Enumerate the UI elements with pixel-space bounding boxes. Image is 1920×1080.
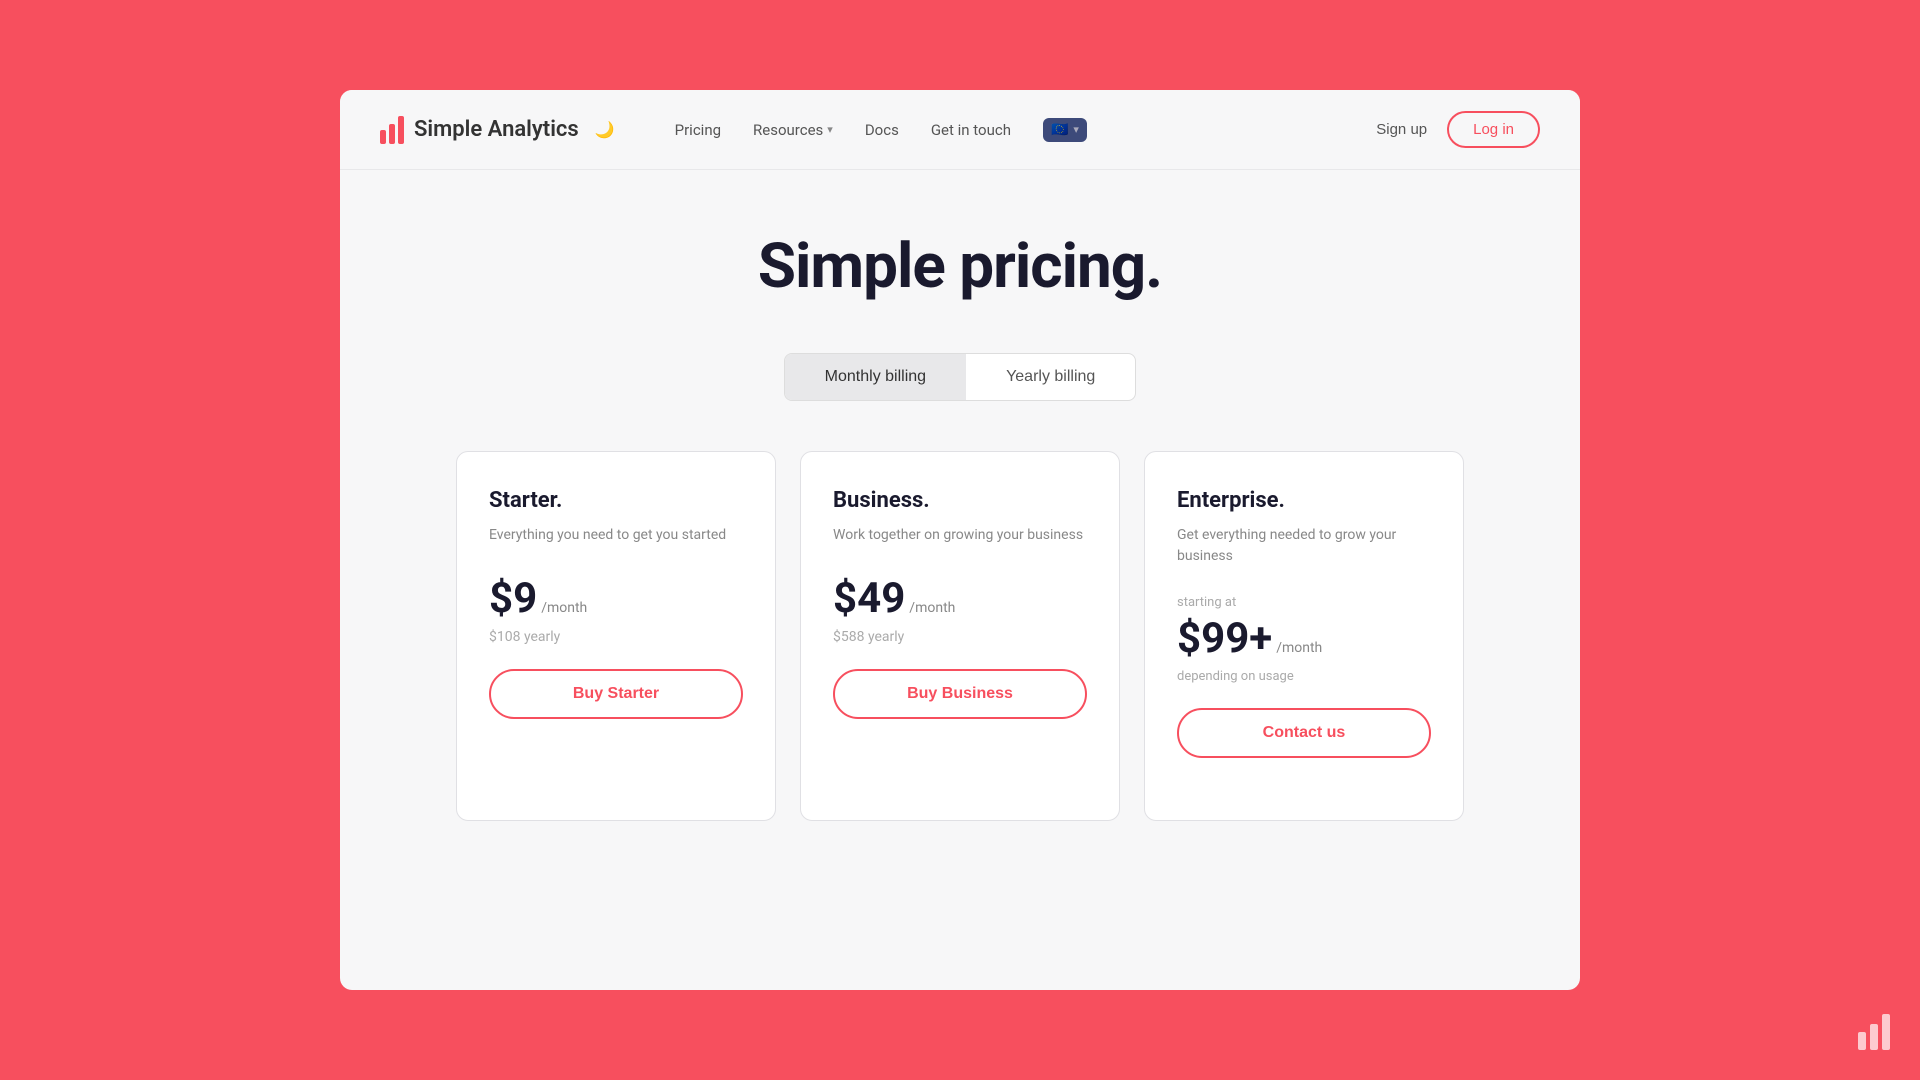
buy-starter-button[interactable]: Buy Starter: [489, 669, 743, 719]
bottom-right-chart-icon: [1858, 1014, 1890, 1050]
enterprise-plan-name: Enterprise.: [1177, 488, 1431, 513]
log-in-button[interactable]: Log in: [1447, 111, 1540, 148]
eu-badge[interactable]: 🇪🇺 ▾: [1043, 118, 1087, 142]
chart-bar-1: [1858, 1032, 1866, 1050]
logo-bar-3: [398, 116, 404, 144]
buy-business-button[interactable]: Buy Business: [833, 669, 1087, 719]
yearly-billing-button[interactable]: Yearly billing: [966, 354, 1135, 400]
starter-yearly-price: $108 yearly: [489, 629, 743, 645]
nav-docs[interactable]: Docs: [865, 121, 899, 139]
chevron-down-icon: ▾: [827, 123, 833, 136]
business-period: /month: [909, 600, 955, 616]
outer-wrapper: Simple Analytics 🌙 Pricing Resources ▾ D…: [0, 0, 1920, 1080]
eu-flag-icon: 🇪🇺: [1051, 122, 1068, 138]
starter-price-row: $9 /month: [489, 574, 743, 623]
enterprise-starting-at: starting at: [1177, 595, 1431, 610]
starter-period: /month: [541, 600, 587, 616]
nav-links: Pricing Resources ▾ Docs Get in touch 🇪🇺…: [675, 118, 1377, 142]
business-plan-description: Work together on growing your business: [833, 525, 1087, 546]
nav-pricing[interactable]: Pricing: [675, 121, 721, 139]
starter-plan-description: Everything you need to get you started: [489, 525, 743, 546]
business-card: Business. Work together on growing your …: [800, 451, 1120, 821]
eu-chevron-icon: ▾: [1073, 123, 1079, 136]
billing-toggle: Monthly billing Yearly billing: [784, 353, 1137, 401]
contact-us-button[interactable]: Contact us: [1177, 708, 1431, 758]
sign-up-button[interactable]: Sign up: [1376, 121, 1427, 138]
nav-actions: Sign up Log in: [1376, 111, 1540, 148]
business-price-row: $49 /month: [833, 574, 1087, 623]
enterprise-plan-description: Get everything needed to grow your busin…: [1177, 525, 1431, 567]
logo-area[interactable]: Simple Analytics 🌙: [380, 116, 615, 144]
logo-icon: [380, 116, 404, 144]
content-area: Simple pricing. Monthly billing Yearly b…: [340, 170, 1580, 821]
starter-plan-name: Starter.: [489, 488, 743, 513]
navbar: Simple Analytics 🌙 Pricing Resources ▾ D…: [340, 90, 1580, 170]
business-yearly-price: $588 yearly: [833, 629, 1087, 645]
enterprise-card: Enterprise. Get everything needed to gro…: [1144, 451, 1464, 821]
moon-icon: 🌙: [595, 120, 615, 139]
business-price: $49: [833, 574, 905, 623]
enterprise-price: $99+: [1177, 614, 1272, 663]
pricing-cards: Starter. Everything you need to get you …: [416, 451, 1504, 821]
enterprise-period: /month: [1276, 640, 1322, 656]
page-title: Simple pricing.: [758, 230, 1162, 303]
business-plan-name: Business.: [833, 488, 1087, 513]
logo-bar-1: [380, 130, 386, 144]
chart-bar-2: [1870, 1024, 1878, 1050]
logo-text: Simple Analytics: [414, 117, 579, 142]
nav-resources[interactable]: Resources ▾: [753, 121, 833, 139]
nav-get-in-touch[interactable]: Get in touch: [931, 121, 1011, 139]
enterprise-price-row: $99+ /month: [1177, 614, 1431, 663]
main-card: Simple Analytics 🌙 Pricing Resources ▾ D…: [340, 90, 1580, 990]
logo-bar-2: [389, 124, 395, 144]
monthly-billing-button[interactable]: Monthly billing: [785, 354, 966, 400]
starter-card: Starter. Everything you need to get you …: [456, 451, 776, 821]
starter-price: $9: [489, 574, 537, 623]
enterprise-depending: depending on usage: [1177, 669, 1431, 684]
chart-bar-3: [1882, 1014, 1890, 1050]
